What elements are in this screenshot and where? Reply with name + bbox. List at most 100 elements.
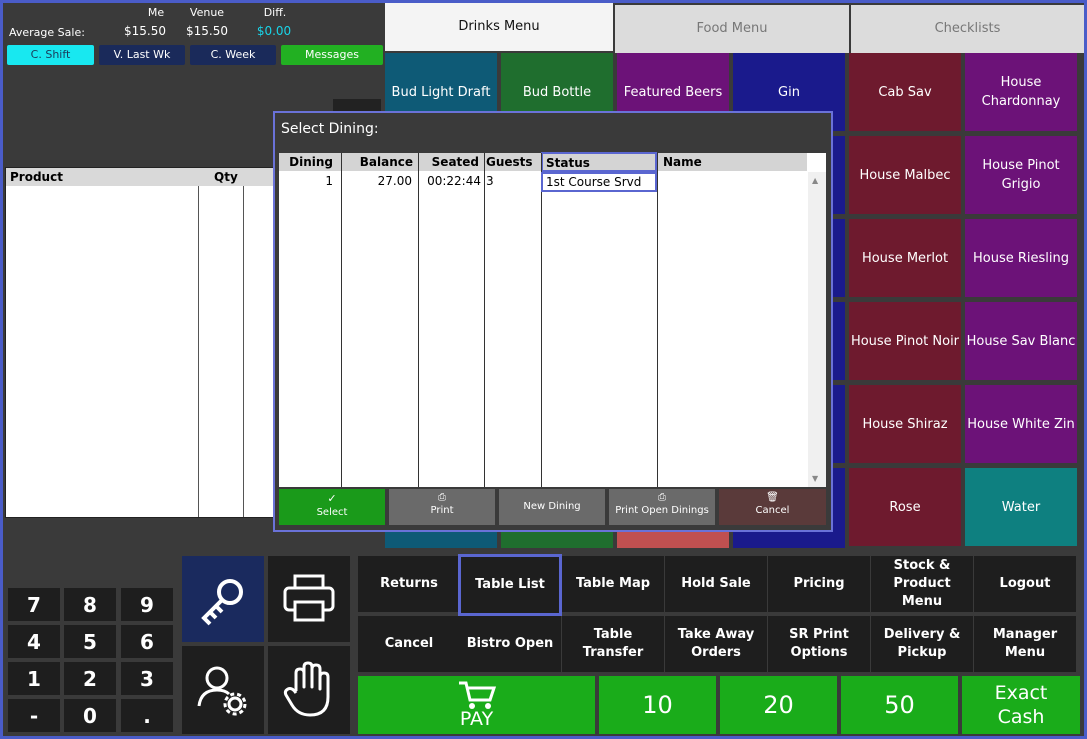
table-transfer-button[interactable]: Table Transfer <box>562 616 664 672</box>
logout-button[interactable]: Logout <box>974 556 1076 612</box>
print-button-label: Print <box>430 505 454 516</box>
table-map-button[interactable]: Table Map <box>562 556 664 612</box>
tab-food-menu[interactable]: Food Menu <box>615 5 849 53</box>
column-divider <box>657 153 658 487</box>
exact-cash-button[interactable]: Exact Cash <box>962 676 1080 734</box>
printer-icon <box>283 574 335 622</box>
cash-10-button[interactable]: 10 <box>599 676 716 734</box>
numpad-7[interactable]: 7 <box>8 588 60 621</box>
name-column-header[interactable]: Name <box>660 153 800 171</box>
key-button[interactable] <box>182 556 264 642</box>
hand-button[interactable] <box>268 646 350 734</box>
c-week-button[interactable]: C. Week <box>190 45 276 65</box>
column-divider <box>341 153 342 487</box>
balance-cell: 27.00 <box>377 174 412 188</box>
status-column-header[interactable]: Status <box>541 152 657 172</box>
select-button[interactable]: ✓ Select <box>279 489 385 525</box>
seated-column-header[interactable]: Seated <box>418 153 480 171</box>
menu-item-house-pinot-noir[interactable]: House Pinot Noir <box>849 302 961 380</box>
check-icon: ✓ <box>327 492 337 505</box>
guests-column-header[interactable]: Guests <box>486 153 536 171</box>
menu-item-house-shiraz[interactable]: House Shiraz <box>849 385 961 463</box>
col-venue-label: Venue <box>189 6 225 19</box>
print-open-dinings-label: Print Open Dinings <box>615 505 709 516</box>
guests-cell: 3 <box>486 174 494 188</box>
user-gear-icon <box>197 666 247 716</box>
stock-product-menu-button[interactable]: Stock & Product Menu <box>871 556 973 612</box>
table-scrollbar[interactable]: ▲ ▼ <box>808 172 826 487</box>
table-list-button[interactable]: Table List <box>458 554 562 616</box>
scroll-handle[interactable] <box>333 99 381 111</box>
new-dining-button[interactable]: New Dining <box>499 489 605 525</box>
name-cell <box>660 172 800 190</box>
numpad-9[interactable]: 9 <box>121 588 173 621</box>
numpad-3[interactable]: 3 <box>121 662 173 695</box>
numpad-8[interactable]: 8 <box>64 588 116 621</box>
table-row[interactable]: 1 27.00 00:22:44 3 1st Course Srvd <box>279 172 807 192</box>
bistro-open-button[interactable]: Bistro Open <box>459 616 561 672</box>
cash-20-button[interactable]: 20 <box>720 676 837 734</box>
print-receipt-button[interactable] <box>268 556 350 642</box>
messages-button[interactable]: Messages <box>281 45 383 65</box>
numpad-minus[interactable]: - <box>8 699 60 732</box>
menu-item-house-chardonnay[interactable]: House Chardonnay <box>965 53 1077 131</box>
delivery-pickup-button[interactable]: Delivery & Pickup <box>871 616 973 672</box>
seated-cell: 00:22:44 <box>427 174 481 188</box>
shopping-cart-icon <box>458 681 496 709</box>
menu-item-house-sav-blanc[interactable]: House Sav Blanc <box>965 302 1077 380</box>
product-column-header: Product <box>10 170 63 184</box>
balance-column-header[interactable]: Balance <box>341 153 415 171</box>
order-divider <box>243 186 244 517</box>
cancel-dialog-button[interactable]: 🗑 Cancel <box>719 489 826 525</box>
me-value: $15.50 <box>124 24 166 38</box>
cancel-dialog-label: Cancel <box>755 505 790 516</box>
status-cell[interactable]: 1st Course Srvd <box>541 172 657 192</box>
order-list-header: Product Qty <box>6 168 274 186</box>
print-open-dinings-button[interactable]: ⎙ Print Open Dinings <box>609 489 715 525</box>
menu-item-cab-sav[interactable]: Cab Sav <box>849 53 961 131</box>
sr-print-options-button[interactable]: SR Print Options <box>768 616 870 672</box>
hold-sale-button[interactable]: Hold Sale <box>665 556 767 612</box>
menu-item-house-malbec[interactable]: House Malbec <box>849 136 961 214</box>
order-list[interactable]: Product Qty <box>5 167 275 518</box>
menu-item-house-white-zin[interactable]: House White Zin <box>965 385 1077 463</box>
scroll-up-icon[interactable]: ▲ <box>812 176 818 185</box>
print-button[interactable]: ⎙ Print <box>389 489 495 525</box>
key-icon <box>201 579 243 626</box>
manager-menu-button[interactable]: Manager Menu <box>974 616 1076 672</box>
col-me-label: Me <box>147 6 165 19</box>
dining-column-header[interactable]: Dining <box>279 153 337 171</box>
pay-button[interactable]: PAY <box>358 676 595 734</box>
c-shift-button[interactable]: C. Shift <box>7 45 94 65</box>
pricing-button[interactable]: Pricing <box>768 556 870 612</box>
v-last-wk-button[interactable]: V. Last Wk <box>99 45 185 65</box>
dining-table[interactable]: Dining Balance Seated Guests Status Name… <box>279 152 826 487</box>
tab-drinks-menu[interactable]: Drinks Menu <box>385 3 613 51</box>
qty-column-header: Qty <box>214 170 238 184</box>
pay-label: PAY <box>459 708 494 730</box>
numpad-6[interactable]: 6 <box>121 625 173 658</box>
column-divider <box>418 153 419 487</box>
scroll-down-icon[interactable]: ▼ <box>812 474 818 483</box>
cancel-button[interactable]: Cancel <box>358 616 460 672</box>
select-dining-dialog: Select Dining: Dining Balance Seated Gue… <box>273 111 833 532</box>
menu-item-house-pinot-grigio[interactable]: House Pinot Grigio <box>965 136 1077 214</box>
user-settings-button[interactable] <box>182 646 264 734</box>
select-button-label: Select <box>316 507 348 518</box>
numpad-decimal[interactable]: . <box>121 699 173 732</box>
numpad-5[interactable]: 5 <box>64 625 116 658</box>
numpad-0[interactable]: 0 <box>64 699 116 732</box>
trash-icon: 🗑 <box>766 492 779 503</box>
numpad-2[interactable]: 2 <box>64 662 116 695</box>
tab-checklists[interactable]: Checklists <box>851 5 1084 53</box>
returns-button[interactable]: Returns <box>358 556 460 612</box>
cash-50-button[interactable]: 50 <box>841 676 958 734</box>
numpad-4[interactable]: 4 <box>8 625 60 658</box>
take-away-orders-button[interactable]: Take Away Orders <box>665 616 767 672</box>
menu-item-water[interactable]: Water <box>965 468 1077 546</box>
menu-item-house-merlot[interactable]: House Merlot <box>849 219 961 297</box>
menu-item-rose[interactable]: Rose <box>849 468 961 546</box>
menu-item-house-riesling[interactable]: House Riesling <box>965 219 1077 297</box>
numpad-1[interactable]: 1 <box>8 662 60 695</box>
column-divider <box>541 153 542 487</box>
